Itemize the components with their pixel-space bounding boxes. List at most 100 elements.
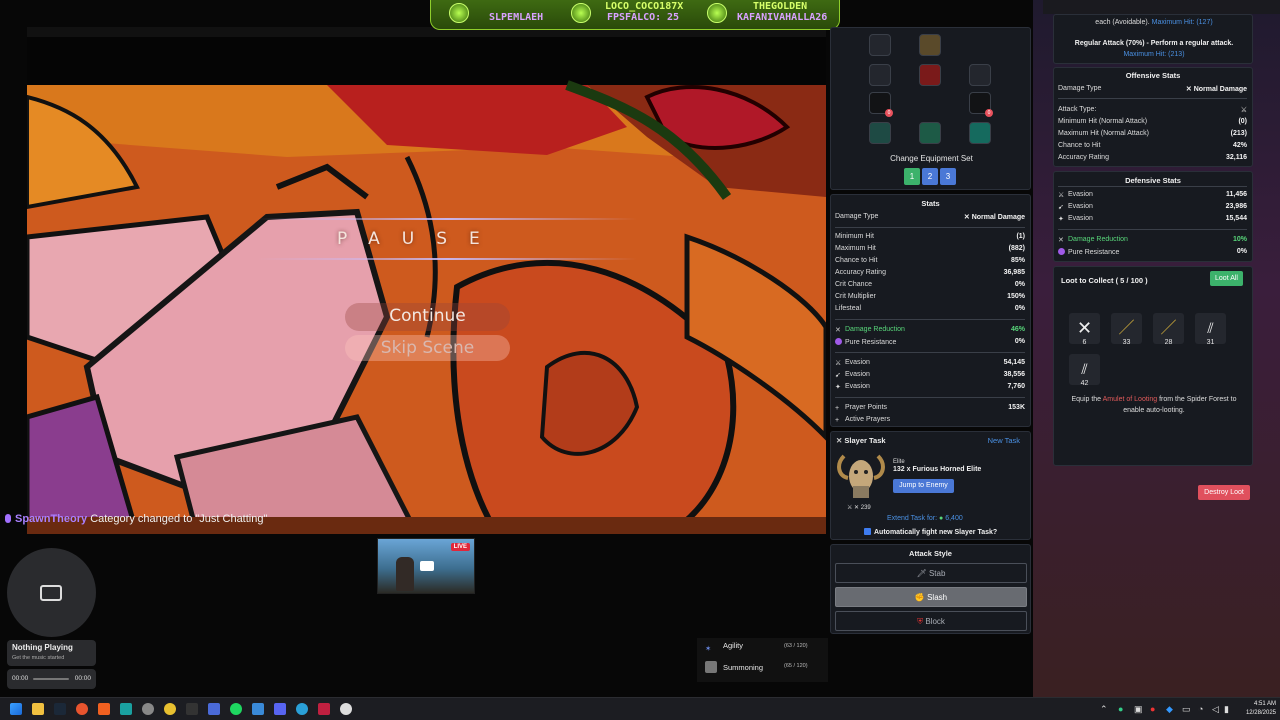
music-cover <box>7 548 96 637</box>
music-progress-bar[interactable] <box>33 678 69 680</box>
telegram-icon[interactable] <box>296 703 308 715</box>
skill-summoning[interactable]: Summoning (65 / 120) <box>705 661 808 679</box>
stream-thumbnail[interactable]: LIVE <box>377 538 475 594</box>
stat-damage-reduction: ✕ Damage Reduction 46% <box>835 326 1025 334</box>
equip-slot-empty-right[interactable]: 0 <box>969 92 993 117</box>
defensive-stats-panel: Defensive Stats ⚔ Evasion 11,456 ➹ Evasion 2… <box>1053 171 1253 262</box>
block-button[interactable]: ⛨ Block <box>835 611 1027 631</box>
dagger-icon: 🗡 <box>916 569 927 578</box>
app-icon[interactable] <box>120 703 132 715</box>
app-icon[interactable] <box>318 703 330 715</box>
start-icon[interactable] <box>10 703 22 715</box>
banner-left-name: SLPEMLAEH <box>489 12 544 23</box>
summoning-icon <box>705 661 717 673</box>
equip-slot-empty-left[interactable]: 0 <box>869 92 893 117</box>
stat-evasion: ➹ Evasion 38,556 <box>835 371 1025 379</box>
attack-style-panel: Attack Style 🗡 Stab ✊ Slash ⛨ Block <box>830 544 1031 634</box>
app-icon[interactable] <box>186 703 198 715</box>
window-titlebar <box>1043 0 1280 14</box>
app-icon[interactable] <box>208 703 220 715</box>
now-playing-subtitle: Get the music started <box>12 655 65 661</box>
battery-icon[interactable]: ▮ <box>1224 704 1229 715</box>
equip-slot-ring[interactable] <box>969 64 991 86</box>
app-icon[interactable] <box>252 703 264 715</box>
stat-evasion: ⚔ Evasion 54,145 <box>835 359 1025 367</box>
fist-icon: ✊ <box>914 593 925 602</box>
banner-right-sub: KAFANIVAHALLA26 <box>737 12 828 23</box>
tray-app-icon[interactable]: ● <box>1150 704 1155 714</box>
stab-button[interactable]: 🗡 Stab <box>835 563 1027 583</box>
chat-username: SpawnTheory <box>15 513 88 525</box>
stat-evasion: ✦ Evasion 7,760 <box>835 383 1025 391</box>
tray-app-icon[interactable]: ▣ <box>1134 704 1143 715</box>
sword-icon: ✕ <box>1058 237 1064 244</box>
jump-to-enemy-button[interactable]: Jump to Enemy <box>893 479 954 493</box>
tray-chevron-icon[interactable]: ⌃ <box>1100 704 1108 715</box>
continue-button[interactable]: Continue <box>345 303 510 331</box>
chat-message: SpawnTheory Category changed to "Just Ch… <box>5 513 267 525</box>
equip-slot-gloves[interactable] <box>869 64 891 86</box>
obs-icon[interactable] <box>340 703 352 715</box>
loot-panel: Loot to Collect ( 5 / 100 ) ✕ 6 ／ 33 ／ 2… <box>1053 266 1253 466</box>
stream-video[interactable]: PAUSE Continue Skip Scene <box>27 37 826 534</box>
stat-row: Minimum Hit (1) <box>835 233 1025 240</box>
loot-title: Loot to Collect ( 5 / 100 ) <box>1061 276 1148 285</box>
slash-button[interactable]: ✊ Slash <box>835 587 1027 607</box>
spotify-icon[interactable] <box>230 703 242 715</box>
equipment-set-1-button[interactable]: 1 <box>904 168 920 185</box>
equip-slot-shield[interactable] <box>969 122 991 144</box>
tray-app-icon[interactable]: ◆ <box>1166 704 1173 715</box>
skip-scene-button[interactable]: Skip Scene <box>345 335 510 361</box>
tray-app-icon[interactable]: ▭ <box>1182 704 1191 715</box>
app-icon[interactable] <box>142 703 154 715</box>
attack-style-title: Attack Style <box>909 549 952 558</box>
checkbox-checked-icon <box>864 528 871 535</box>
banner-center-icon <box>571 3 591 23</box>
slayer-level: ⚔ ✕ 239 <box>847 505 871 511</box>
now-playing-card[interactable]: Nothing Playing Get the music started <box>7 640 96 666</box>
banner-right-icon <box>707 3 727 23</box>
tray-app-icon[interactable]: ● <box>1118 704 1123 714</box>
destroy-loot-button[interactable]: Destroy Loot <box>1198 485 1250 500</box>
enemy-attacks-panel: each (Avoidable). Maximum Hit: (127) Reg… <box>1053 14 1253 64</box>
firefox-icon[interactable] <box>76 703 88 715</box>
equip-slot-cape[interactable] <box>869 34 891 56</box>
equip-slot-boots[interactable] <box>919 64 941 86</box>
auto-fight-checkbox[interactable]: Automatically fight new Slayer Task? <box>864 528 997 536</box>
regular-attack-text: Regular Attack (70%) - Perform a regular… <box>1074 40 1234 47</box>
slayer-task-text: 132 x Furious Horned Elite <box>893 466 982 473</box>
new-task-link[interactable]: New Task <box>988 436 1020 445</box>
discord-icon[interactable] <box>274 703 286 715</box>
stat-row: Chance to Hit 85% <box>835 257 1025 264</box>
equipment-set-2-button[interactable]: 2 <box>922 168 938 185</box>
slot-badge: 0 <box>985 109 993 117</box>
agility-icon: ✶ <box>705 644 712 653</box>
extend-task-link[interactable]: Extend Task for: ● 6,400 <box>887 515 963 522</box>
offensive-stats-title: Offensive Stats <box>1125 71 1181 80</box>
blender-icon[interactable] <box>98 703 110 715</box>
offensive-stats-panel: Offensive Stats Damage Type ✕ Normal Dama… <box>1053 67 1253 167</box>
horned-elite-portrait <box>837 454 885 498</box>
skill-agility[interactable]: ✶ Agility (63 / 120) <box>705 641 808 659</box>
steam-icon[interactable] <box>54 703 66 715</box>
stats-title: Stats <box>921 199 940 208</box>
stained-glass-background <box>27 37 826 534</box>
bow-icon: ➹ <box>1058 204 1064 211</box>
wifi-icon[interactable]: ◔ <box>1198 704 1203 714</box>
volume-icon[interactable]: ◁ <box>1212 704 1219 715</box>
stat-row: Crit Multiplier 150% <box>835 293 1025 300</box>
loot-all-button[interactable]: Loot All <box>1210 271 1243 286</box>
equipment-set-3-button[interactable]: 3 <box>940 168 956 185</box>
chrome-icon[interactable] <box>164 703 176 715</box>
equip-slot-amulet[interactable] <box>869 122 891 144</box>
active-prayers[interactable]: + Active Prayers <box>835 416 1025 427</box>
equip-slot-legs[interactable] <box>919 34 941 56</box>
file-explorer-icon[interactable] <box>32 703 44 715</box>
thumbnail-figure <box>396 557 414 591</box>
slayer-task-panel: ✕ Slayer Task New Task Elite 132 x Furio… <box>830 431 1031 540</box>
sword-icon: ✕ <box>835 327 841 334</box>
plus-icon: + <box>835 417 840 424</box>
taskbar-clock[interactable]: 4:51 AM 12/28/2025 <box>1236 700 1276 718</box>
sword-icon: ⚔ <box>1058 192 1065 199</box>
equip-slot-ammo[interactable] <box>919 122 941 144</box>
